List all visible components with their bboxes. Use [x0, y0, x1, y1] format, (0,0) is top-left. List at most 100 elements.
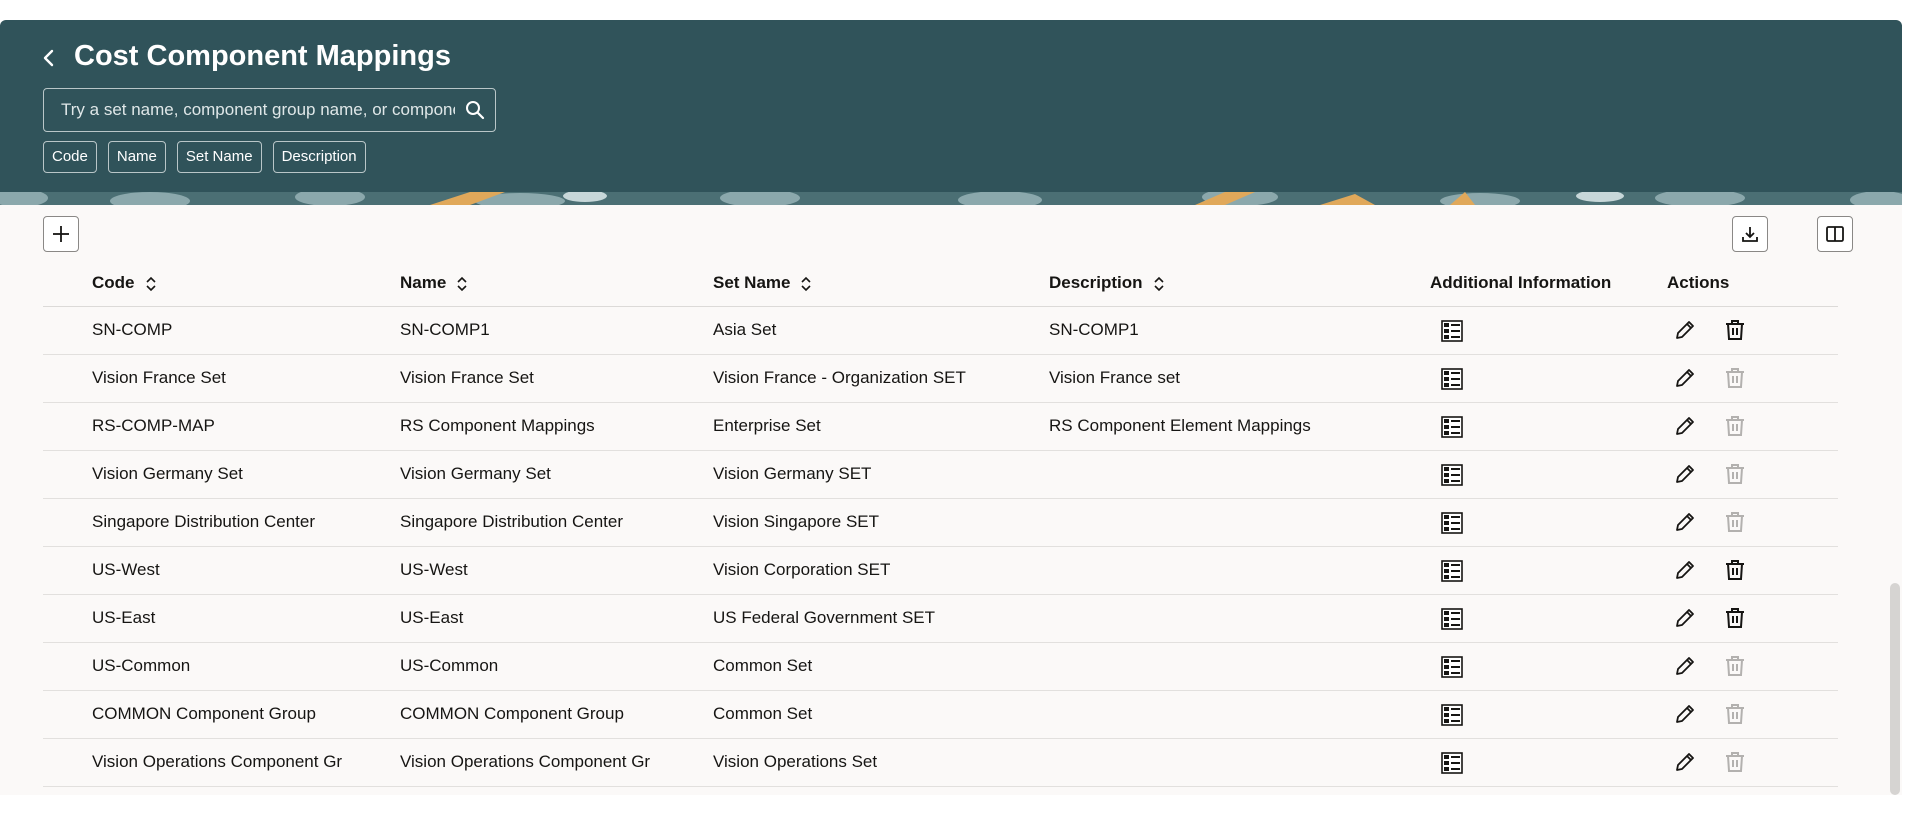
column-header-name[interactable]: Name: [400, 273, 468, 293]
details-button[interactable]: [1441, 656, 1463, 683]
cell-code: US-East: [92, 608, 156, 627]
delete-button: [1723, 510, 1747, 539]
mappings-table: Code Name Set Name Description Additiona…: [43, 260, 1838, 787]
edit-button[interactable]: [1673, 750, 1697, 779]
edit-button[interactable]: [1673, 414, 1697, 443]
detail-list-icon: [1441, 368, 1463, 390]
cell-code: US-Common: [92, 656, 191, 675]
column-header-additional-information: Additional Information: [1430, 273, 1612, 292]
cell-set-name: Common Set: [713, 704, 813, 723]
search-icon: [466, 101, 485, 120]
details-button[interactable]: [1441, 320, 1463, 347]
trash-icon: [1726, 752, 1744, 772]
column-header-code[interactable]: Code: [92, 273, 157, 293]
delete-button: [1723, 750, 1747, 779]
page-header: Cost Component Mappings Code Name Set Na…: [0, 20, 1902, 205]
edit-button[interactable]: [1673, 654, 1697, 683]
pencil-icon: [1676, 753, 1694, 771]
table-body: SN-COMP SN-COMP1 Asia Set SN-COMP1 Visio…: [43, 307, 1838, 787]
cell-code: Singapore Distribution Center: [92, 512, 316, 531]
filter-chip-name[interactable]: Name: [107, 141, 166, 173]
delete-button: [1723, 414, 1747, 443]
back-button[interactable]: [38, 47, 60, 69]
details-button[interactable]: [1441, 512, 1463, 539]
cell-set-name: Vision France - Organization SET: [713, 368, 966, 387]
cell-code: Vision Germany Set: [92, 464, 243, 483]
search-button[interactable]: [455, 100, 495, 120]
table-row[interactable]: Vision Operations Component Gr Vision Op…: [43, 739, 1838, 787]
filter-chip-description[interactable]: Description: [272, 141, 366, 173]
cell-set-name: Vision Operations Set: [713, 752, 878, 771]
table-row[interactable]: RS-COMP-MAP RS Component Mappings Enterp…: [43, 403, 1838, 451]
pencil-icon: [1676, 513, 1694, 531]
edit-button[interactable]: [1673, 318, 1697, 347]
table-row[interactable]: US-Common US-Common Common Set: [43, 643, 1838, 691]
pencil-icon: [1676, 705, 1694, 723]
table-row[interactable]: Vision France Set Vision France Set Visi…: [43, 355, 1838, 403]
trash-icon: [1726, 656, 1744, 676]
table-row[interactable]: SN-COMP SN-COMP1 Asia Set SN-COMP1: [43, 307, 1838, 355]
cell-set-name: Common Set: [713, 656, 813, 675]
edit-button[interactable]: [1673, 510, 1697, 539]
cell-code: SN-COMP: [92, 320, 173, 339]
cell-set-name: US Federal Government SET: [713, 608, 936, 627]
details-button[interactable]: [1441, 368, 1463, 395]
details-button[interactable]: [1441, 464, 1463, 491]
table-row[interactable]: COMMON Component Group COMMON Component …: [43, 691, 1838, 739]
cell-code: Vision Operations Component Gr: [92, 752, 343, 771]
delete-button: [1723, 462, 1747, 491]
edit-button[interactable]: [1673, 558, 1697, 587]
trash-icon: [1726, 416, 1744, 436]
cell-set-name: Enterprise Set: [713, 416, 821, 435]
detail-list-icon: [1441, 512, 1463, 534]
table-row[interactable]: US-West US-West Vision Corporation SET: [43, 547, 1838, 595]
pencil-icon: [1676, 417, 1694, 435]
details-button[interactable]: [1441, 560, 1463, 587]
cell-code: Vision France Set: [92, 368, 226, 387]
cell-code: US-West: [92, 560, 160, 579]
cell-name: Vision Operations Component Gr: [400, 752, 651, 771]
details-button[interactable]: [1441, 704, 1463, 731]
delete-button[interactable]: [1723, 318, 1747, 347]
sort-icon: [801, 276, 812, 291]
cell-name: Vision France Set: [400, 368, 534, 387]
pencil-icon: [1676, 321, 1694, 339]
filter-chip-code[interactable]: Code: [43, 141, 97, 173]
add-button[interactable]: [43, 216, 79, 252]
detail-list-icon: [1441, 656, 1463, 678]
vertical-scrollbar[interactable]: [1890, 583, 1900, 795]
cell-description: RS Component Element Mappings: [1049, 416, 1311, 435]
table-row[interactable]: Singapore Distribution Center Singapore …: [43, 499, 1838, 547]
trash-icon: [1726, 512, 1744, 532]
edit-button[interactable]: [1673, 702, 1697, 731]
cell-code: COMMON Component Group: [92, 704, 316, 723]
trash-icon: [1726, 704, 1744, 724]
pencil-icon: [1676, 369, 1694, 387]
details-button[interactable]: [1441, 416, 1463, 443]
column-layout-button[interactable]: [1817, 216, 1853, 252]
column-header-description[interactable]: Description: [1049, 273, 1165, 293]
delete-button: [1723, 702, 1747, 731]
column-header-set-name[interactable]: Set Name: [713, 273, 812, 293]
delete-button[interactable]: [1723, 558, 1747, 587]
column-layout-icon: [1826, 226, 1844, 242]
delete-button[interactable]: [1723, 606, 1747, 635]
export-button[interactable]: [1732, 216, 1768, 252]
search-input[interactable]: [44, 89, 455, 131]
edit-button[interactable]: [1673, 366, 1697, 395]
trash-icon: [1726, 464, 1744, 484]
details-button[interactable]: [1441, 608, 1463, 635]
table-row[interactable]: US-East US-East US Federal Government SE…: [43, 595, 1838, 643]
cell-name: RS Component Mappings: [400, 416, 595, 435]
edit-button[interactable]: [1673, 606, 1697, 635]
table-row[interactable]: Vision Germany Set Vision Germany Set Vi…: [43, 451, 1838, 499]
cell-set-name: Vision Germany SET: [713, 464, 872, 483]
filter-chip-set-name[interactable]: Set Name: [176, 141, 262, 173]
cell-code: RS-COMP-MAP: [92, 416, 215, 435]
cell-name: US-Common: [400, 656, 499, 675]
download-icon: [1742, 227, 1758, 242]
edit-button[interactable]: [1673, 462, 1697, 491]
sort-icon: [457, 276, 467, 291]
cell-name: US-West: [400, 560, 468, 579]
details-button[interactable]: [1441, 752, 1463, 779]
